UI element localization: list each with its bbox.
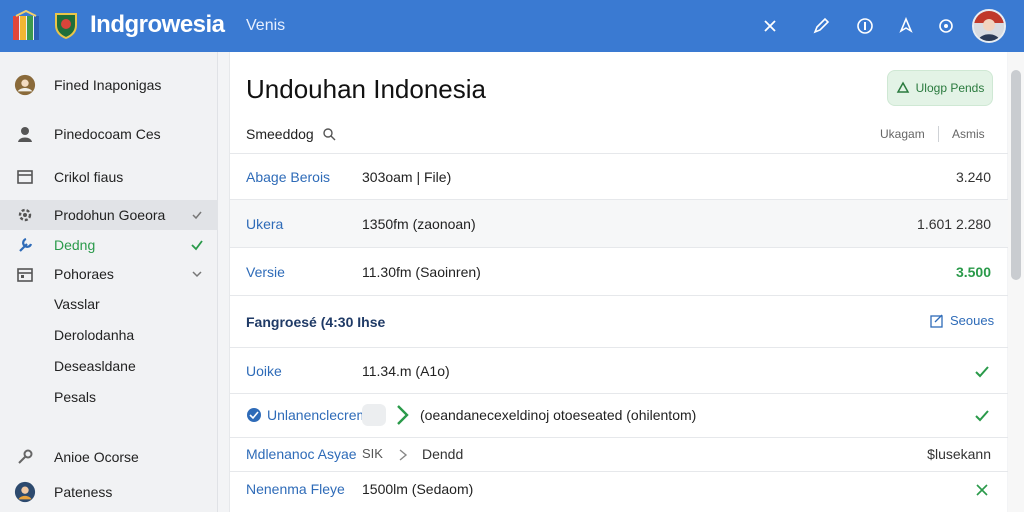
window-icon: [14, 166, 36, 188]
section-header: Fangroesé (4:30 Ihse Seoues: [230, 295, 1008, 347]
table-row[interactable]: Abage Berois 303oam | File) 3.240: [230, 153, 1008, 199]
pin-icon[interactable]: [894, 14, 918, 38]
person-icon: [14, 123, 36, 145]
sidebar-item-dedng[interactable]: Dedng: [0, 230, 218, 260]
sidebar-item-label: Dedng: [54, 237, 96, 253]
row-name[interactable]: Nenenma Fleye: [246, 481, 345, 497]
check-icon: [190, 238, 204, 252]
row-detail: 11.34.m (A1o): [362, 363, 450, 379]
sidebar-item-label: Prodohun Goeora: [54, 207, 166, 223]
speed-right-2[interactable]: Asmis: [952, 127, 985, 141]
crest-icon: [55, 13, 77, 39]
pen-icon[interactable]: [809, 14, 833, 38]
check-icon: [975, 410, 989, 422]
table-row[interactable]: Versie 11.30fm (Saoinren) 3.500: [230, 247, 1008, 295]
search-icon[interactable]: [322, 127, 336, 141]
top-bar: Indgrowesia Venis: [0, 0, 1024, 52]
row-detail: Dendd: [422, 446, 464, 462]
sidebar-item-label: Anioe Ocorse: [54, 449, 139, 465]
row-value: 1.601 2.280: [917, 216, 991, 232]
settings-icon[interactable]: [934, 14, 958, 38]
upload-button-label: Ulogp Pends: [915, 81, 985, 95]
row-detail: 1350fm (zaonoan): [362, 216, 476, 232]
speed-right-1[interactable]: Ukagam: [880, 127, 925, 141]
flag-logo-icon[interactable]: [12, 10, 40, 42]
row-name[interactable]: Unlanenclecrem: [267, 407, 368, 423]
row-value: $lusekann: [927, 446, 991, 462]
sidebar-item-prodohun[interactable]: Prodohun Goeora: [0, 200, 218, 230]
row-name[interactable]: Ukera: [246, 216, 283, 232]
row-name[interactable]: Uoike: [246, 363, 282, 379]
divider: [938, 126, 939, 142]
calendar-icon: [14, 263, 36, 285]
check-icon: [190, 208, 204, 222]
sidebar-item-label: Pinedocoam Ces: [54, 126, 161, 142]
sidebar-item-crikol[interactable]: Crikol fiaus: [0, 162, 218, 192]
row-detail: 1500lm (Sedaom): [362, 481, 474, 497]
main-panel: Undouhan Indonesia Ulogp Pends Smeeddog …: [229, 52, 1008, 512]
section-action-button[interactable]: Seoues: [930, 313, 994, 328]
sidebar-item-anioe[interactable]: Anioe Ocorse: [0, 442, 218, 472]
list-item[interactable]: Uoike 11.34.m (A1o): [230, 347, 1008, 393]
verified-icon: [247, 408, 261, 422]
profile-icon: [14, 481, 36, 503]
row-name[interactable]: Mdlenanoc Asyae: [246, 446, 357, 462]
avatar-icon: [14, 74, 36, 96]
speed-label: Smeeddog: [246, 126, 336, 142]
scrollbar-thumb[interactable]: [1011, 70, 1021, 280]
sidebar-item-fined[interactable]: Fined Inaponigas: [0, 70, 218, 100]
upload-icon: [896, 81, 909, 93]
list-item[interactable]: Unlanenclecrem (oeandanecexeldinoj otoes…: [230, 393, 1008, 437]
row-value: 3.500: [955, 264, 991, 280]
tab-venis[interactable]: Venis: [246, 17, 285, 35]
key-icon: [14, 446, 36, 468]
page-title: Undouhan Indonesia: [246, 74, 486, 104]
sidebar-item-label: Crikol fiaus: [54, 169, 124, 185]
sidebar-subitem-vasslar[interactable]: Vasslar: [54, 296, 100, 312]
chevron-down-icon[interactable]: [190, 267, 204, 281]
close-icon[interactable]: [758, 14, 782, 38]
toggle-icon[interactable]: [362, 404, 386, 426]
sidebar-item-pohoraes[interactable]: Pohoraes: [0, 259, 218, 289]
row-mid: SIK: [362, 446, 383, 461]
user-avatar[interactable]: [972, 9, 1006, 43]
section-title: Fangroesé (4:30 Ihse: [246, 314, 386, 330]
info-icon[interactable]: [853, 14, 877, 38]
list-item[interactable]: Nenenma Fleye 1500lm (Sedaom): [230, 471, 1008, 507]
sidebar-item-pateness[interactable]: Pateness: [0, 477, 218, 507]
chevron-right-icon[interactable]: [398, 448, 408, 462]
wrench-icon: [14, 234, 36, 256]
app-title: Indgrowesia: [90, 11, 225, 38]
sidebar-item-pinedocoam[interactable]: Pinedocoam Ces: [0, 119, 218, 149]
sidebar-item-label: Pateness: [54, 484, 113, 500]
sidebar-subitem-pesals[interactable]: Pesals: [54, 389, 96, 405]
row-value: 3.240: [955, 169, 991, 185]
sidebar-subitem-deseasldane[interactable]: Deseasldane: [54, 358, 136, 374]
row-detail: (oeandanecexeldinoj otoeseated (ohilento…: [420, 407, 697, 423]
row-name[interactable]: Versie: [246, 264, 285, 280]
sidebar-subitem-derolodanha[interactable]: Derolodanha: [54, 327, 134, 343]
close-icon[interactable]: [974, 482, 990, 498]
list-item[interactable]: Mdlenanoc Asyae SIK Dendd $lusekann: [230, 437, 1008, 471]
check-icon: [975, 366, 989, 378]
table-row[interactable]: Ukera 1350fm (zaonoan) 1.601 2.280: [230, 199, 1008, 247]
edit-icon: [930, 314, 943, 328]
chevron-right-icon[interactable]: [395, 404, 409, 426]
row-detail: 11.30fm (Saoinren): [362, 264, 481, 280]
row-name[interactable]: Abage Berois: [246, 169, 330, 185]
sidebar: Fined Inaponigas Pinedocoam Ces Crikol f…: [0, 52, 218, 512]
gear-icon: [14, 204, 36, 226]
row-detail: 303oam | File): [362, 169, 452, 185]
upload-button[interactable]: Ulogp Pends: [887, 70, 993, 106]
sidebar-item-label: Fined Inaponigas: [54, 77, 162, 93]
sidebar-item-label: Pohoraes: [54, 266, 114, 282]
